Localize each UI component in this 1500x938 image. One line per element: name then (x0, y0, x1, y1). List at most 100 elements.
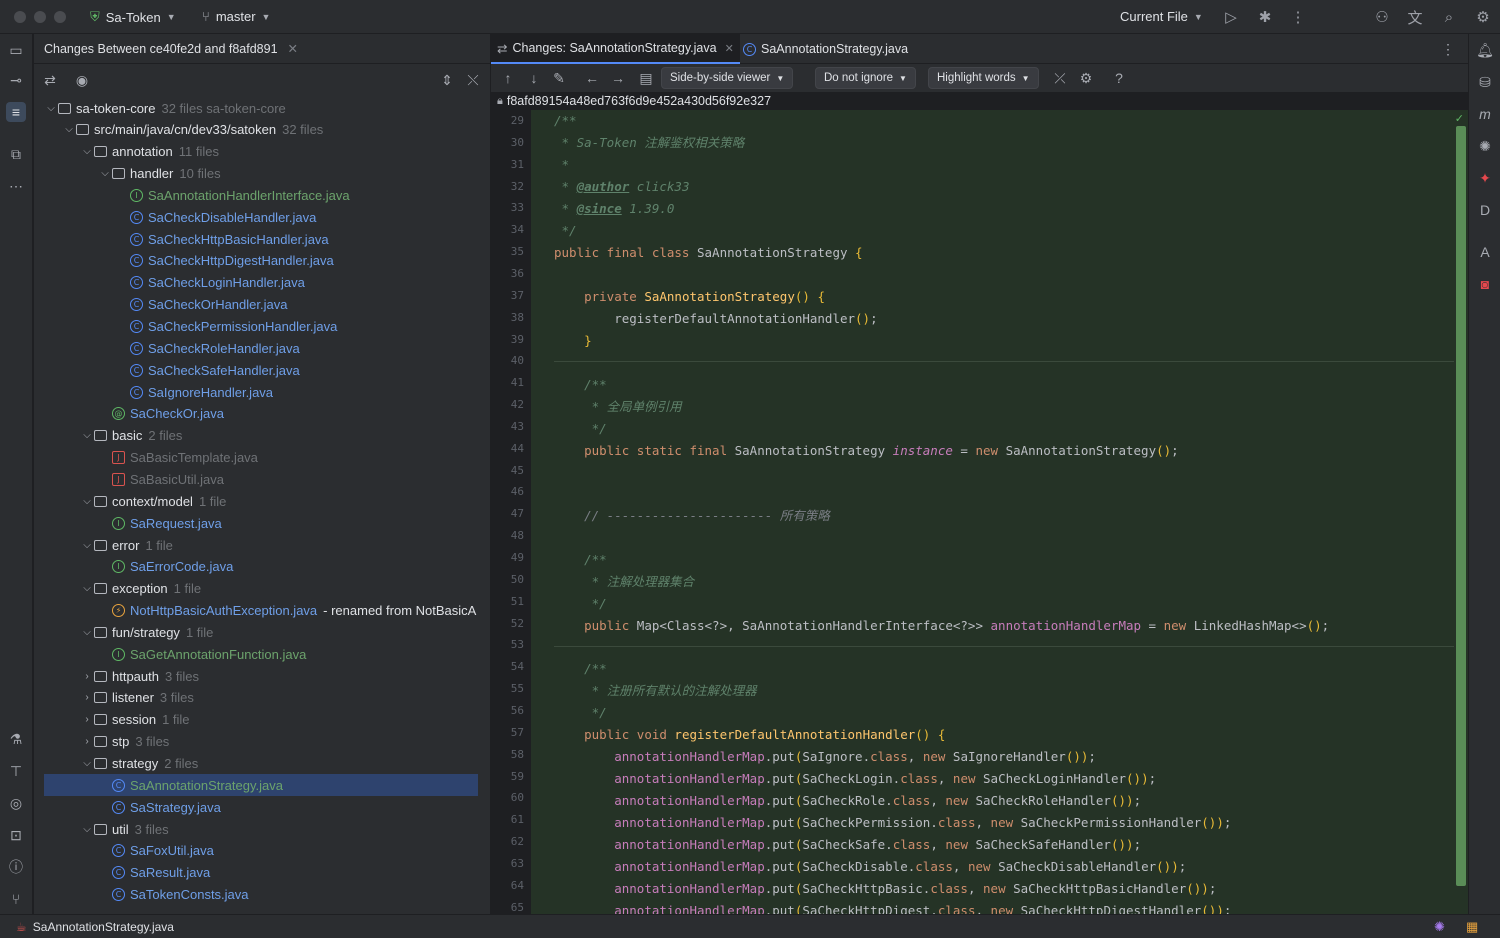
back-icon[interactable]: ← (582, 68, 602, 88)
translate-icon[interactable]: 文 (1405, 7, 1425, 27)
chevron-down-icon[interactable]: ⌵ (80, 430, 94, 441)
close-icon[interactable]: ✕ (288, 41, 298, 56)
run-icon[interactable]: ▷ (1221, 7, 1241, 27)
chevron-right-icon[interactable]: › (80, 714, 94, 725)
tree-folder-row[interactable]: › stp 3 files (44, 731, 478, 753)
tree-folder-row[interactable]: › session 1 file (44, 709, 478, 731)
tree-folder-row[interactable]: ⌵ handler 10 files (44, 163, 478, 185)
changes-panel-tab[interactable]: Changes Between ce40fe2d and f8afd891 ✕ (34, 34, 490, 64)
chevron-down-icon[interactable]: ⌵ (62, 124, 76, 135)
code-view[interactable]: 29 30 31 32 33 34 35 36 37 38 39 40 41 42 43 44 45 46 47 48… (491, 110, 1468, 914)
viewer-mode-dropdown[interactable]: Side-by-side viewer ▼ (661, 67, 794, 89)
collapse-unchanged-icon[interactable]: ⤫ (1050, 68, 1070, 88)
tree-file-row[interactable]: I SaRequest.java (44, 512, 478, 534)
gear-icon[interactable]: ⚙ (1076, 68, 1096, 88)
chevron-down-icon[interactable]: ⌵ (80, 583, 94, 594)
tree-file-row[interactable]: J SaBasicTemplate.java (44, 447, 478, 469)
more-vertical-icon[interactable]: ⋮ (1438, 39, 1458, 59)
tree-file-row[interactable]: C SaCheckRoleHandler.java (44, 337, 478, 359)
window-close-button[interactable] (14, 11, 26, 23)
tree-file-row[interactable]: @ SaCheckOr.java (44, 403, 478, 425)
project-folder-icon[interactable]: ▭ (6, 40, 26, 60)
tree-folder-row[interactable]: ⌵ fun/strategy 1 file (44, 621, 478, 643)
run-config-selector[interactable]: Current File ▼ (1120, 9, 1203, 24)
tree-folder-row[interactable]: › listener 3 files (44, 687, 478, 709)
chevron-down-icon[interactable]: ⌵ (80, 496, 94, 507)
red-plugin-icon[interactable]: ◙ (1475, 274, 1495, 294)
add-user-icon[interactable]: ⚇ (1372, 7, 1392, 27)
status-file-name[interactable]: SaAnnotationStrategy.java (33, 920, 174, 934)
edit-icon[interactable]: ✎ (549, 68, 569, 88)
tree-folder-row[interactable]: ⌵ util 3 files (44, 818, 478, 840)
window-minimize-button[interactable] (34, 11, 46, 23)
chevron-down-icon[interactable]: ⌵ (80, 824, 94, 835)
tree-folder-row[interactable]: ⌵ sa-token-core 32 files sa-token-core (44, 97, 478, 119)
problems-icon[interactable]: ⓘ (6, 857, 26, 877)
window-zoom-button[interactable] (54, 11, 66, 23)
build-icon[interactable]: ⊤ (6, 761, 26, 781)
tree-folder-row[interactable]: ⌵ annotation 11 files (44, 141, 478, 163)
terminal-icon[interactable]: ⊡ (6, 825, 26, 845)
search-icon[interactable]: ⌕ (1439, 7, 1459, 27)
run-console-icon[interactable]: ◎ (6, 793, 26, 813)
chevron-right-icon[interactable]: › (80, 692, 94, 703)
chevron-down-icon[interactable]: ⌵ (80, 627, 94, 638)
plugin-icon[interactable]: ✦ (1475, 168, 1495, 188)
structure-icon[interactable]: ⧉ (6, 144, 26, 164)
chevron-down-icon[interactable]: ⌵ (80, 540, 94, 551)
eye-icon[interactable]: ◉ (72, 70, 92, 90)
chevron-down-icon[interactable]: ⌵ (80, 146, 94, 157)
chevron-down-icon[interactable]: ⌵ (44, 103, 58, 114)
expand-all-icon[interactable]: ⇕ (437, 70, 457, 90)
tree-file-row[interactable]: C SaStrategy.java (44, 796, 478, 818)
prev-diff-icon[interactable]: ↑ (498, 68, 518, 88)
windows-grid-icon[interactable]: ▦ (1466, 919, 1478, 935)
notifications-icon[interactable]: 🔔︎ (1475, 40, 1495, 60)
tree-folder-row[interactable]: ⌵ context/model 1 file (44, 490, 478, 512)
more-horizontal-icon[interactable]: ⋯ (6, 176, 26, 196)
ai-status-icon[interactable]: ✺ (1434, 919, 1445, 935)
chevron-down-icon[interactable]: ⌵ (80, 758, 94, 769)
chevron-right-icon[interactable]: › (80, 671, 94, 682)
tree-folder-row[interactable]: ⌵ error 1 file (44, 534, 478, 556)
project-selector[interactable]: ⛨ Sa-Token ▼ (90, 9, 176, 25)
tree-file-row[interactable]: C SaTokenConsts.java (44, 884, 478, 906)
tree-file-row[interactable]: C SaAnnotationStrategy.java (44, 774, 478, 797)
highlight-mode-dropdown[interactable]: Highlight words ▼ (928, 67, 1039, 89)
chevron-down-icon[interactable]: ⌵ (98, 168, 112, 179)
commit-icon[interactable]: ⊸ (6, 70, 26, 90)
document-icon[interactable]: ▤ (636, 68, 656, 88)
tab-source-file[interactable]: C SaAnnotationStrategy.java (737, 34, 914, 64)
maven-icon[interactable]: m (1475, 104, 1495, 124)
git-icon[interactable]: ⑂ (6, 889, 26, 909)
tree-file-row[interactable]: C SaCheckHttpBasicHandler.java (44, 228, 478, 250)
tree-file-row[interactable]: C SaCheckOrHandler.java (44, 294, 478, 316)
tree-file-row[interactable]: C SaCheckDisableHandler.java (44, 206, 478, 228)
chevron-right-icon[interactable]: › (80, 736, 94, 747)
diff-scrollbar[interactable] (1456, 126, 1466, 886)
database-icon[interactable]: ⛁ (1475, 72, 1495, 92)
debug-icon[interactable]: ✱ (1255, 7, 1275, 27)
ai-assistant-icon[interactable]: ✺ (1475, 136, 1495, 156)
help-icon[interactable]: ? (1109, 68, 1129, 88)
tree-file-row[interactable]: C SaResult.java (44, 862, 478, 884)
settings-icon[interactable]: ⚙ (1473, 7, 1493, 27)
tree-file-row[interactable]: C SaCheckSafeHandler.java (44, 359, 478, 381)
tree-folder-row[interactable]: ⌵ strategy 2 files (44, 753, 478, 775)
tree-folder-row[interactable]: › httpauth 3 files (44, 665, 478, 687)
tree-file-row[interactable]: J SaBasicUtil.java (44, 468, 478, 490)
tree-file-row[interactable]: I SaErrorCode.java (44, 556, 478, 578)
close-icon[interactable]: ✕ (725, 42, 734, 55)
branch-selector[interactable]: ⑂ master ▼ (202, 9, 270, 24)
forward-icon[interactable]: → (608, 68, 628, 88)
tree-file-row[interactable]: C SaCheckHttpDigestHandler.java (44, 250, 478, 272)
tree-file-row[interactable]: ⚡ NotHttpBasicAuthException.java - renamed… (44, 600, 478, 622)
tree-file-row[interactable]: I SaGetAnnotationFunction.java (44, 643, 478, 665)
tree-folder-row[interactable]: ⌵ src/main/java/cn/dev33/satoken 32 files (44, 119, 478, 141)
tree-file-row[interactable]: C SaCheckPermissionHandler.java (44, 316, 478, 338)
tab-changes[interactable]: ⇄ Changes: SaAnnotationStrategy.java ✕ (491, 34, 740, 64)
tree-file-row[interactable]: C SaCheckLoginHandler.java (44, 272, 478, 294)
compare-icon[interactable]: ⇄ (40, 70, 60, 90)
tree-file-row[interactable]: C SaIgnoreHandler.java (44, 381, 478, 403)
tree-folder-row[interactable]: ⌵ exception 1 file (44, 578, 478, 600)
